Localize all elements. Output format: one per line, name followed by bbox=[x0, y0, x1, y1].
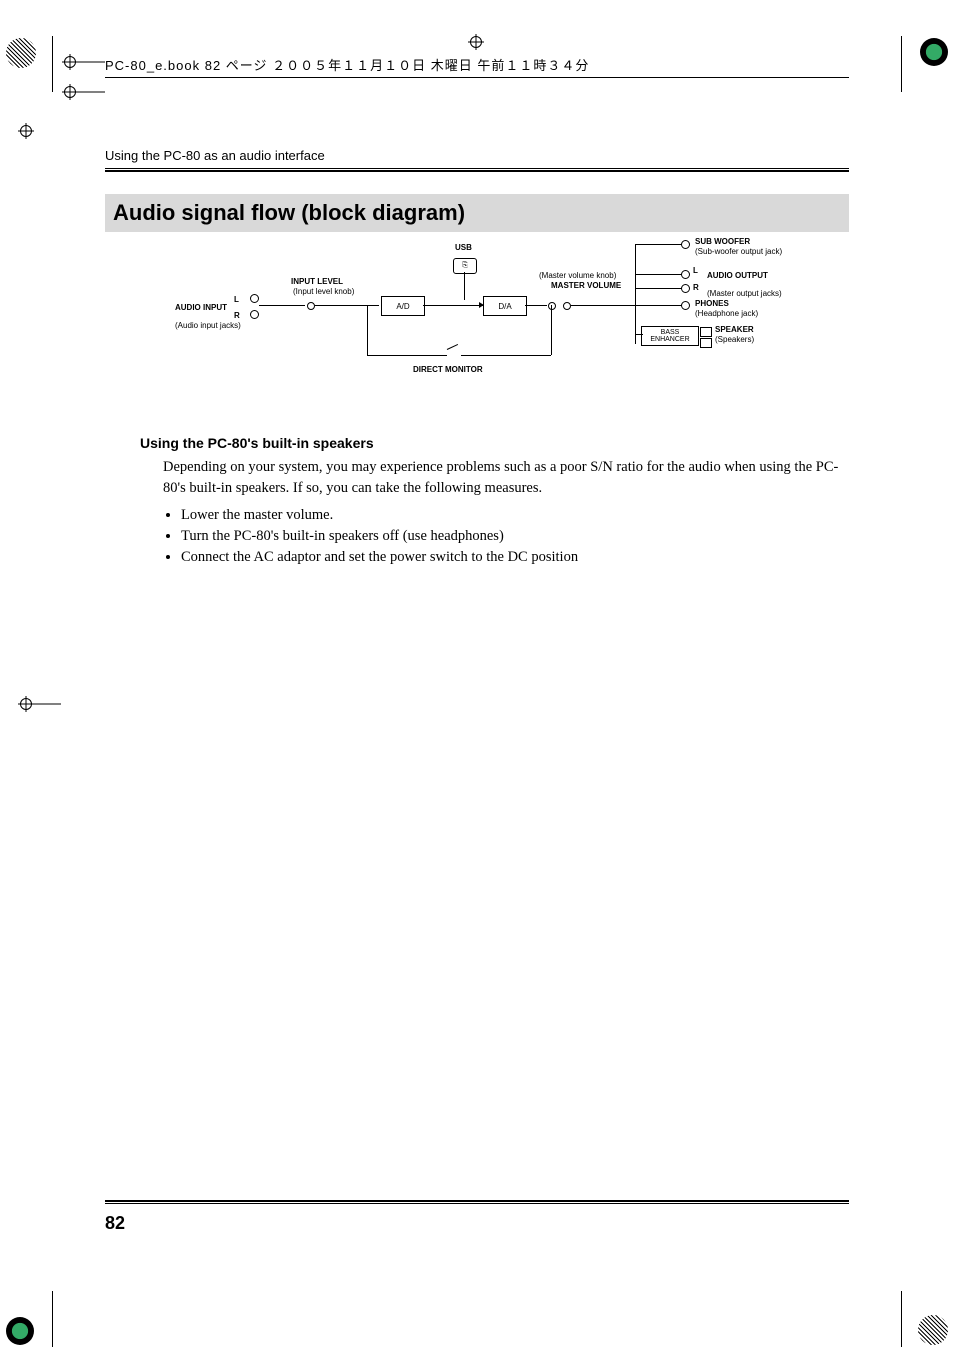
diagram-label-sub-woofer: SUB WOOFER bbox=[695, 238, 750, 247]
crop-hatch-top-left bbox=[6, 38, 36, 68]
diagram-label-phones: PHONES bbox=[695, 300, 729, 309]
jack-icon bbox=[681, 240, 690, 249]
jack-icon bbox=[250, 310, 259, 319]
subsection-title: Using the PC-80's built-in speakers bbox=[140, 435, 849, 451]
jack-icon bbox=[250, 294, 259, 303]
crop-hatch-bottom-right bbox=[918, 1315, 948, 1345]
diagram-label-usb: USB bbox=[455, 244, 472, 253]
running-head: Using the PC-80 as an audio interface bbox=[105, 148, 849, 163]
diagram-wire bbox=[423, 305, 471, 306]
diagram-wire bbox=[571, 305, 635, 306]
diagram-label-sub-woofer-sub: (Sub-woofer output jack) bbox=[695, 248, 782, 257]
footer-rule bbox=[105, 1200, 849, 1204]
diagram-label-direct-monitor: DIRECT MONITOR bbox=[413, 366, 483, 375]
diagram-label-audio-input-sub: (Audio input jacks) bbox=[175, 322, 241, 331]
diagram-wire bbox=[635, 244, 636, 344]
diagram-label-speaker-sub: (Speakers) bbox=[715, 336, 754, 345]
diagram-wire bbox=[525, 305, 547, 306]
diagram-wire bbox=[259, 305, 305, 306]
registration-mark bbox=[20, 125, 32, 137]
bass-enhancer-box: BASS ENHANCER bbox=[641, 326, 699, 346]
diagram-wire bbox=[315, 305, 379, 306]
diagram-label-L: L bbox=[234, 296, 239, 305]
diagram-wire bbox=[635, 288, 683, 289]
list-item: Connect the AC adaptor and set the power… bbox=[181, 547, 849, 568]
jack-icon bbox=[681, 301, 690, 310]
running-head-rule bbox=[105, 168, 849, 172]
diagram-label-speaker: SPEAKER bbox=[715, 326, 754, 335]
crop-rule bbox=[901, 1291, 902, 1347]
registration-mark bbox=[64, 86, 76, 98]
diagram-wire bbox=[635, 274, 683, 275]
registration-mark bbox=[64, 56, 76, 68]
measures-list: Lower the master volume. Turn the PC-80'… bbox=[163, 505, 849, 568]
diagram-label-phones-sub: (Headphone jack) bbox=[695, 310, 758, 319]
registration-mark bbox=[470, 36, 482, 48]
registration-mark bbox=[20, 698, 32, 710]
level-knob-icon bbox=[307, 302, 315, 310]
diagram-label-audio-output-sub: (Master output jacks) bbox=[707, 290, 782, 299]
diagram-wire bbox=[551, 305, 552, 355]
speaker-icon bbox=[700, 327, 712, 337]
body-paragraph: Depending on your system, you may experi… bbox=[163, 457, 844, 499]
diagram-label-R: R bbox=[693, 284, 699, 293]
diagram-label-audio-output: AUDIO OUTPUT bbox=[707, 272, 768, 281]
list-item: Turn the PC-80's built-in speakers off (… bbox=[181, 526, 849, 547]
jack-icon bbox=[681, 270, 690, 279]
diagram-label-audio-input: AUDIO INPUT bbox=[175, 304, 227, 313]
jack-icon bbox=[681, 284, 690, 293]
diagram-wire bbox=[635, 244, 683, 245]
sum-junction-icon bbox=[548, 302, 556, 310]
diagram-label-input-level-sub: (Input level knob) bbox=[293, 288, 354, 297]
book-header-line: PC-80_e.book 82 ページ ２００５年１１月１０日 木曜日 午前１１… bbox=[105, 55, 849, 74]
crop-disc-top-right bbox=[920, 38, 948, 66]
switch-icon bbox=[441, 350, 461, 360]
crop-rule bbox=[52, 36, 53, 92]
usb-port-icon: ⎘ bbox=[453, 258, 477, 274]
crop-rule bbox=[901, 36, 902, 92]
diagram-label-R: R bbox=[234, 312, 240, 321]
diagram-wire bbox=[461, 355, 551, 356]
diagram-label-input-level: INPUT LEVEL bbox=[291, 278, 343, 287]
master-knob-icon bbox=[563, 302, 571, 310]
list-item: Lower the master volume. bbox=[181, 505, 849, 526]
header-horizontal-rule bbox=[105, 77, 849, 78]
diagram-label-L: L bbox=[693, 267, 698, 276]
section-title: Audio signal flow (block diagram) bbox=[105, 194, 849, 232]
block-diagram: USB ⎘ AUDIO INPUT (Audio input jacks) L … bbox=[135, 242, 819, 417]
diagram-wire bbox=[367, 355, 441, 356]
diagram-label-master-volume-sub: (Master volume knob) bbox=[539, 272, 616, 281]
diagram-label-master-volume: MASTER VOLUME bbox=[551, 282, 621, 291]
diagram-wire bbox=[635, 305, 683, 306]
crop-disc-bottom-left bbox=[6, 1317, 34, 1345]
ad-box: A/D bbox=[381, 296, 425, 316]
diagram-wire bbox=[464, 272, 465, 300]
da-box: D/A bbox=[483, 296, 527, 316]
diagram-wire bbox=[471, 305, 483, 306]
diagram-wire bbox=[367, 305, 368, 355]
crop-rule bbox=[52, 1291, 53, 1347]
page-number: 82 bbox=[105, 1213, 125, 1234]
speaker-icon bbox=[700, 338, 712, 348]
